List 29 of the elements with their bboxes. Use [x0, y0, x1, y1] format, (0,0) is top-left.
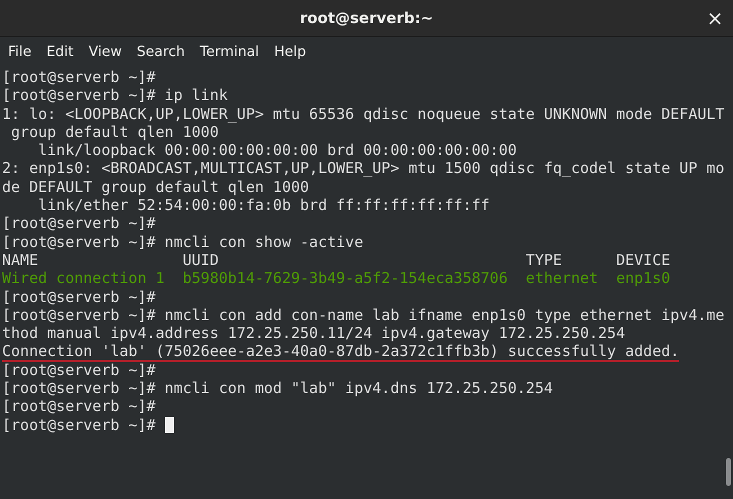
- menu-item[interactable]: Help: [274, 44, 306, 60]
- window-title: root@serverb:~: [300, 9, 434, 27]
- terminal-line: [root@serverb ~]# nmcli con add con-name lab ifname enp1s0 type ethernet ipv4.me: [2, 306, 726, 324]
- terminal-line: [root@serverb ~]# nmcli con mod "lab" ipv4.dns 172.25.250.254: [2, 379, 554, 398]
- terminal-line: link/ether 52:54:00:00:fa:0b brd ff:ff:ff:ff:ff:ff: [37, 196, 491, 214]
- terminal-line: [root@serverb ~]#: [2, 288, 157, 306]
- terminal-line: 1: lo: <LOOPBACK,UP,LOWER_UP> mtu 65536 qdisc noqueue state UNKNOWN mode DEFAULT: [2, 104, 726, 123]
- terminal-line: [root@serverb ~]#: [2, 360, 157, 380]
- scrollbar-thumb[interactable]: [726, 458, 731, 486]
- terminal-line: link/loopback 00:00:00:00:00:00 brd 00:00:00:00:00:00: [37, 141, 518, 160]
- terminal-line: [root@serverb ~]# ip link: [2, 86, 229, 105]
- menu-item[interactable]: Edit: [46, 44, 74, 60]
- menu-item[interactable]: View: [88, 44, 122, 60]
- close-button[interactable]: ×: [705, 8, 725, 28]
- terminal-line: Wired connection 1 b5980b14-7629-3b49-a5f2-154eca358706 ethernet enp1s0: [2, 269, 672, 288]
- terminal-line: thod manual ipv4.address 172.25.250.11/24 ipv4.gateway 172.25.250.254: [2, 324, 626, 342]
- terminal-line: 2: enp1s0: <BROADCAST,MULTICAST,UP,LOWER_UP> mtu 1500 qdisc fq_codel state UP mo: [2, 159, 726, 178]
- terminal-line: [root@serverb ~]#: [2, 397, 157, 416]
- terminal-line: Connection 'lab' (75026eee-a2e3-40a0-87db-2a372c1ffb3b) successfully added.: [2, 342, 680, 362]
- terminal-line: [root@serverb ~]#: [2, 214, 157, 233]
- terminal-line: [root@serverb ~]#: [2, 68, 157, 86]
- terminal-line: group default qlen 1000: [10, 122, 220, 142]
- menu-item[interactable]: Search: [136, 44, 185, 60]
- terminal-line: [root@serverb ~]#: [2, 416, 157, 434]
- terminal-line: de DEFAULT group default qlen 1000: [2, 178, 310, 196]
- terminal-line: NAME UUID TYPE DEVICE: [2, 250, 672, 270]
- menu-item[interactable]: File: [8, 44, 32, 60]
- terminal-line: [root@serverb ~]# nmcli con show -active: [2, 232, 364, 251]
- menu-item[interactable]: Terminal: [200, 44, 260, 60]
